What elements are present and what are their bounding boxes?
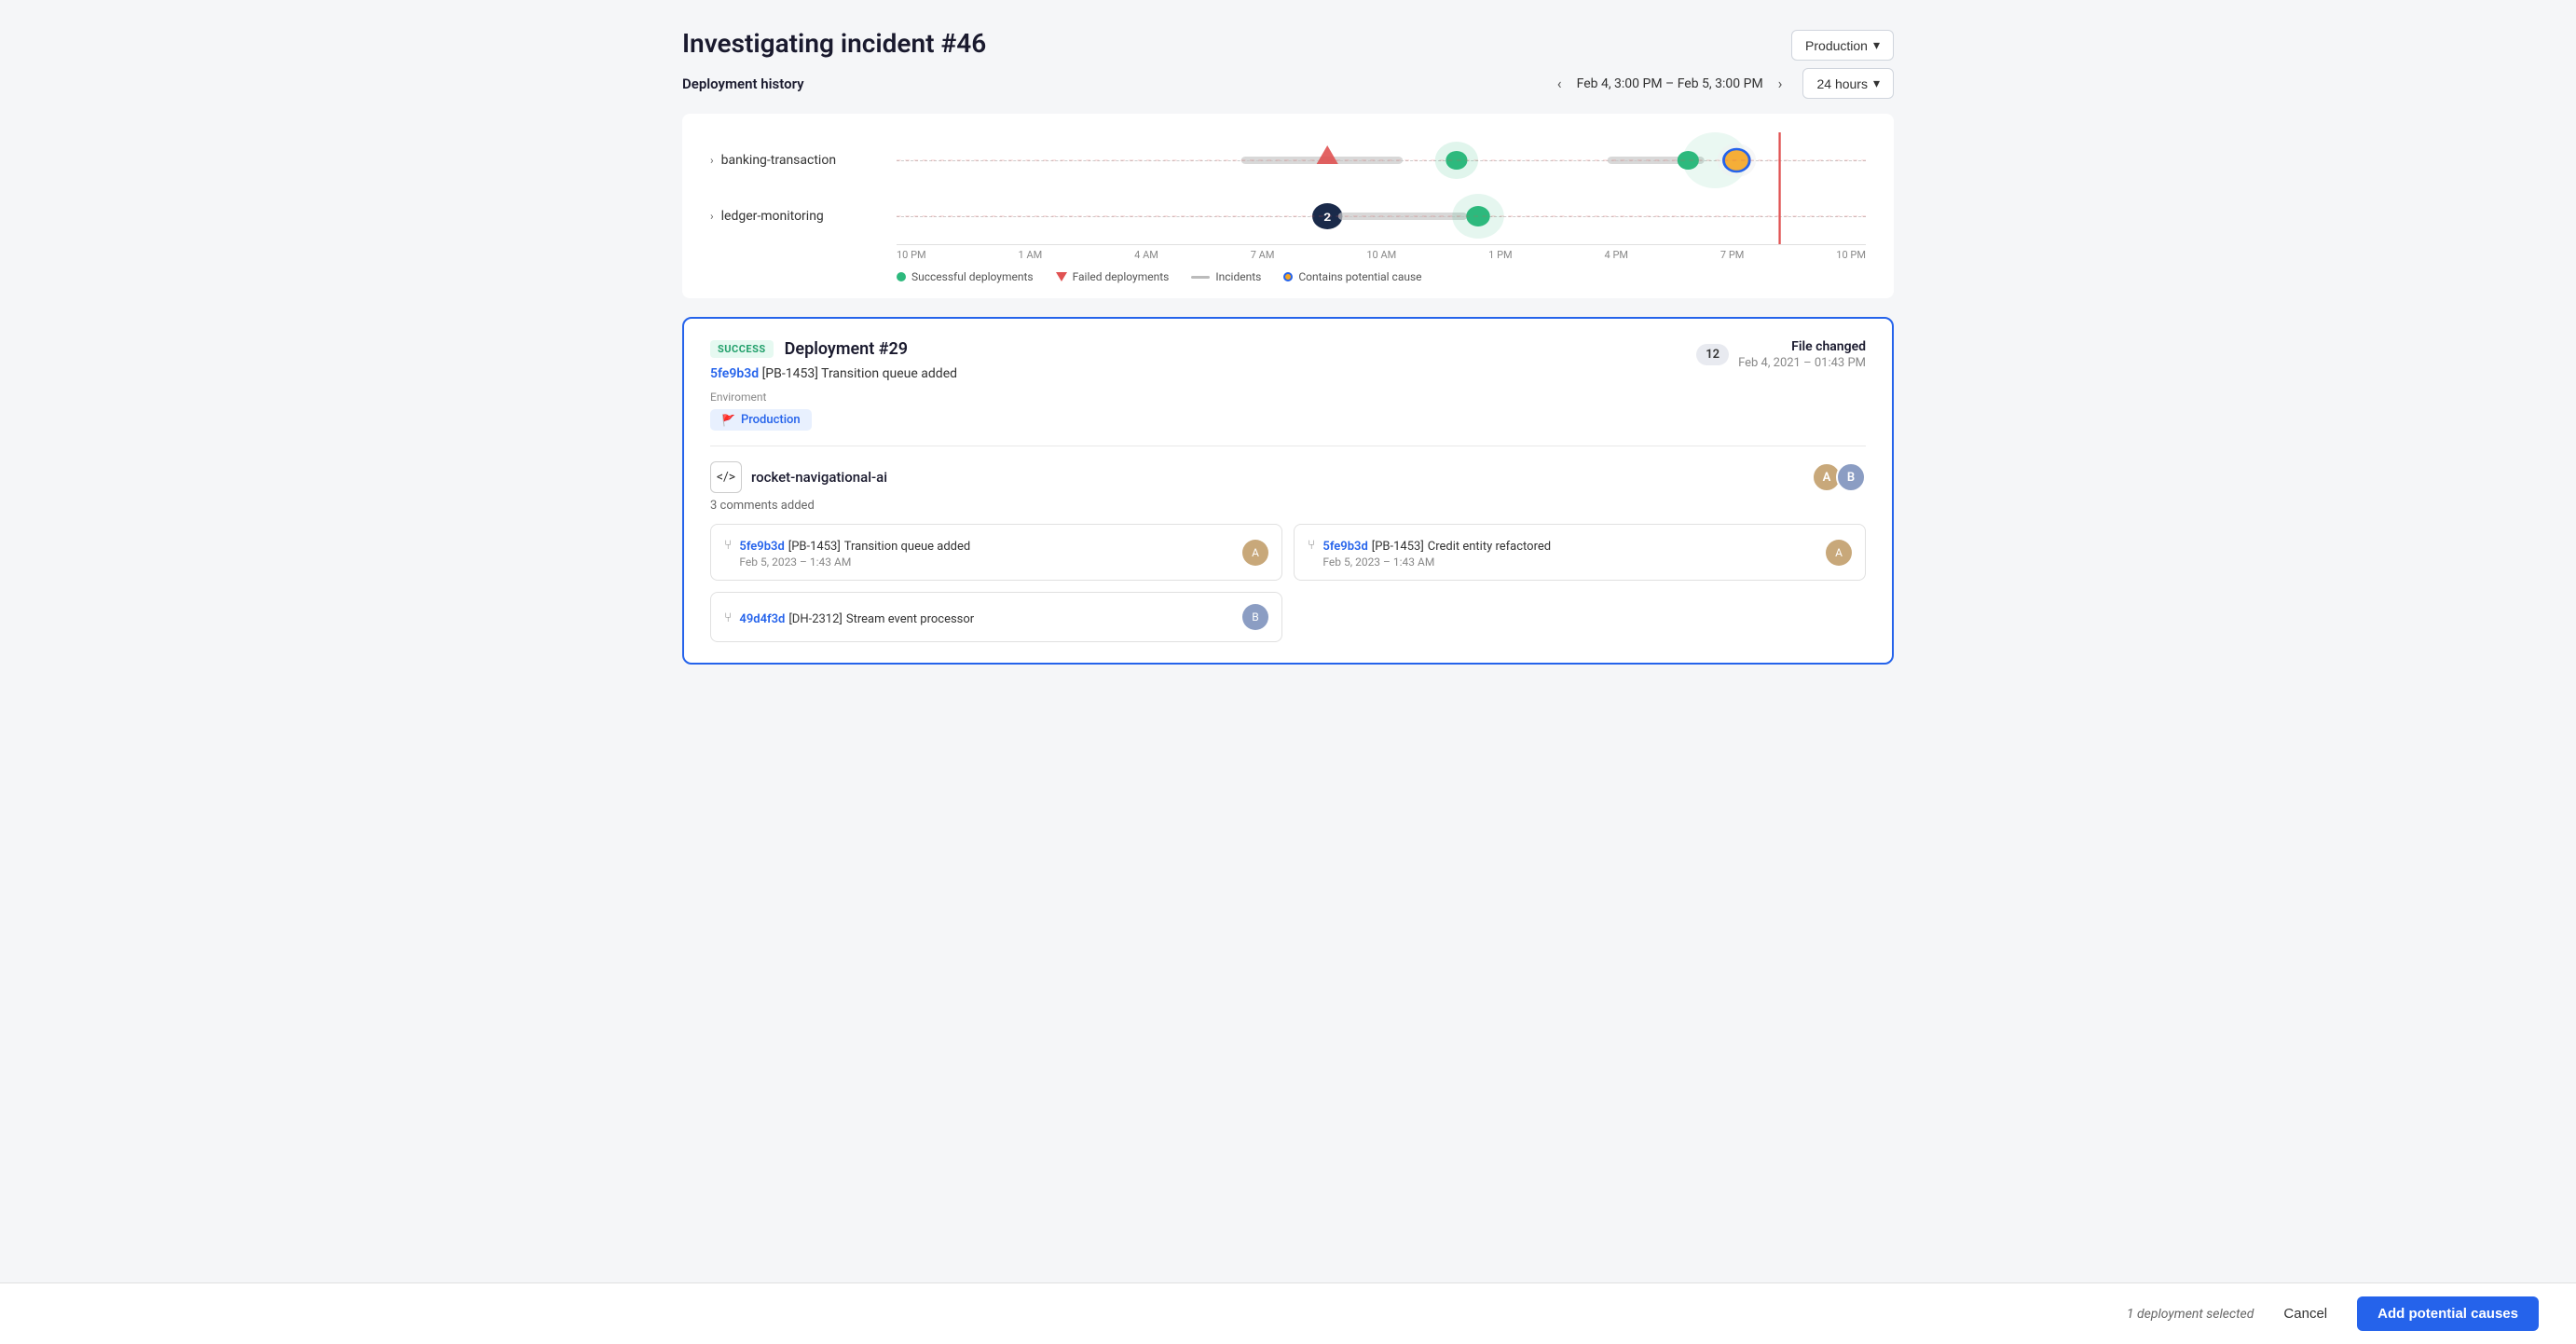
- chart-row-banking: › banking-transaction: [710, 132, 1866, 188]
- flag-icon: 🚩: [721, 414, 735, 427]
- legend-failed: Failed deployments: [1056, 270, 1170, 283]
- code-icon: </>: [710, 461, 742, 493]
- legend-incidents: Incidents: [1191, 270, 1261, 283]
- commit-card[interactable]: ⑂ 5fe9b3d [PB-1453] Transition queue add…: [710, 524, 1282, 581]
- env-badge: 🚩 Production: [710, 409, 812, 431]
- commit-avatar: A: [1242, 540, 1268, 566]
- chart-row-ledger: › ledger-monitoring 2: [710, 188, 1866, 244]
- incidents-icon: [1191, 276, 1210, 279]
- date-range: Feb 4, 3:00 PM – Feb 5, 3:00 PM: [1577, 76, 1763, 91]
- service-label-ledger[interactable]: › ledger-monitoring: [710, 209, 897, 224]
- potential-cause-icon: [1283, 272, 1293, 281]
- card-meta-right: 12 File changed Feb 4, 2021 – 01:43 PM: [1696, 339, 1866, 370]
- next-date-arrow[interactable]: ›: [1773, 73, 1788, 94]
- commit-avatar: A: [1826, 540, 1852, 566]
- page-title: Investigating incident #46: [682, 28, 986, 59]
- x-axis: 10 PM 1 AM 4 AM 7 AM 10 AM 1 PM 4 PM 7 P…: [897, 244, 1866, 261]
- service-name-row: </> rocket-navigational-ai: [710, 461, 887, 493]
- file-count-badge: 12: [1696, 344, 1729, 365]
- timeframe-dropdown[interactable]: 24 hours ▾: [1802, 68, 1894, 99]
- cancel-button[interactable]: Cancel: [2268, 1298, 2342, 1329]
- add-causes-button[interactable]: Add potential causes: [2357, 1296, 2539, 1331]
- status-badge: SUCCESS: [710, 340, 774, 358]
- service-section: </> rocket-navigational-ai A B: [710, 461, 1866, 493]
- file-date: Feb 4, 2021 – 01:43 PM: [1738, 356, 1866, 370]
- successful-icon: [897, 272, 906, 281]
- environment-label: Production: [1805, 38, 1868, 53]
- chevron-down-icon: ▾: [1873, 75, 1880, 91]
- deployment-card: SUCCESS Deployment #29 5fe9b3d [PB-1453]…: [682, 317, 1894, 665]
- comments-count: 3 comments added: [710, 499, 1866, 513]
- prev-date-arrow[interactable]: ‹: [1552, 73, 1568, 94]
- legend-potential-cause: Contains potential cause: [1283, 270, 1421, 283]
- commit-icon: ⑂: [1308, 538, 1315, 553]
- svg-text:2: 2: [1323, 212, 1331, 225]
- expand-icon: ›: [710, 210, 714, 223]
- avatar: B: [1836, 462, 1866, 492]
- commit-avatar: B: [1242, 604, 1268, 630]
- service-label-banking[interactable]: › banking-transaction: [710, 153, 897, 168]
- chevron-down-icon: ▾: [1873, 37, 1880, 53]
- header-controls: Production ▾: [1791, 30, 1894, 61]
- chart-line-ledger: 2: [897, 188, 1866, 244]
- selected-count: 1 deployment selected: [2127, 1307, 2254, 1322]
- card-header: SUCCESS Deployment #29 5fe9b3d [PB-1453]…: [710, 339, 1866, 431]
- deployment-chart: › banking-transaction: [682, 114, 1894, 298]
- commit-card[interactable]: ⑂ 5fe9b3d [PB-1453] Credit entity refact…: [1294, 524, 1866, 581]
- environment-dropdown[interactable]: Production ▾: [1791, 30, 1894, 61]
- deployment-title: Deployment #29: [785, 339, 908, 359]
- commit-card[interactable]: ⑂ 49d4f3d [DH-2312] Stream event process…: [710, 592, 1282, 642]
- avatars-row: A B: [1812, 462, 1866, 492]
- date-navigation: ‹ Feb 4, 3:00 PM – Feb 5, 3:00 PM ›: [1552, 73, 1788, 94]
- failed-icon: [1056, 272, 1067, 281]
- chart-line-banking: [897, 132, 1866, 188]
- timeframe-label: 24 hours: [1816, 76, 1867, 91]
- section-label: Deployment history: [682, 75, 804, 92]
- chart-legend: Successful deployments Failed deployment…: [897, 270, 1866, 283]
- card-title-row: SUCCESS Deployment #29: [710, 339, 957, 359]
- commit-icon: ⑂: [724, 610, 732, 625]
- bottom-bar: 1 deployment selected Cancel Add potenti…: [0, 1282, 2576, 1344]
- expand-icon: ›: [710, 154, 714, 167]
- commits-grid: ⑂ 5fe9b3d [PB-1453] Transition queue add…: [710, 524, 1866, 642]
- commit-summary-line: 5fe9b3d [PB-1453] Transition queue added: [710, 366, 957, 381]
- legend-successful: Successful deployments: [897, 270, 1034, 283]
- service-name: rocket-navigational-ai: [751, 469, 887, 486]
- file-changed-label: File changed: [1738, 339, 1866, 354]
- env-label: Enviroment: [710, 391, 957, 404]
- commit-icon: ⑂: [724, 538, 732, 553]
